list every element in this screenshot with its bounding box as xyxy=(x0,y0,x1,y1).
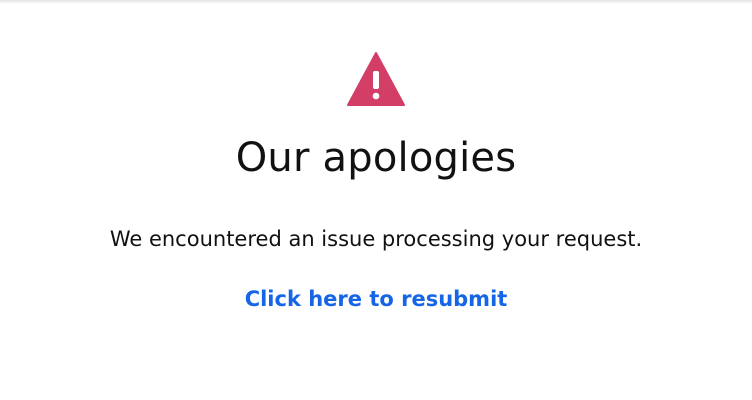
warning-triangle-icon xyxy=(347,52,405,106)
page-title: Our apologies xyxy=(235,135,517,181)
resubmit-link[interactable]: Click here to resubmit xyxy=(0,285,752,313)
error-message: We encountered an issue processing your … xyxy=(109,227,643,251)
error-panel: Our apologies We encountered an issue pr… xyxy=(0,0,752,400)
